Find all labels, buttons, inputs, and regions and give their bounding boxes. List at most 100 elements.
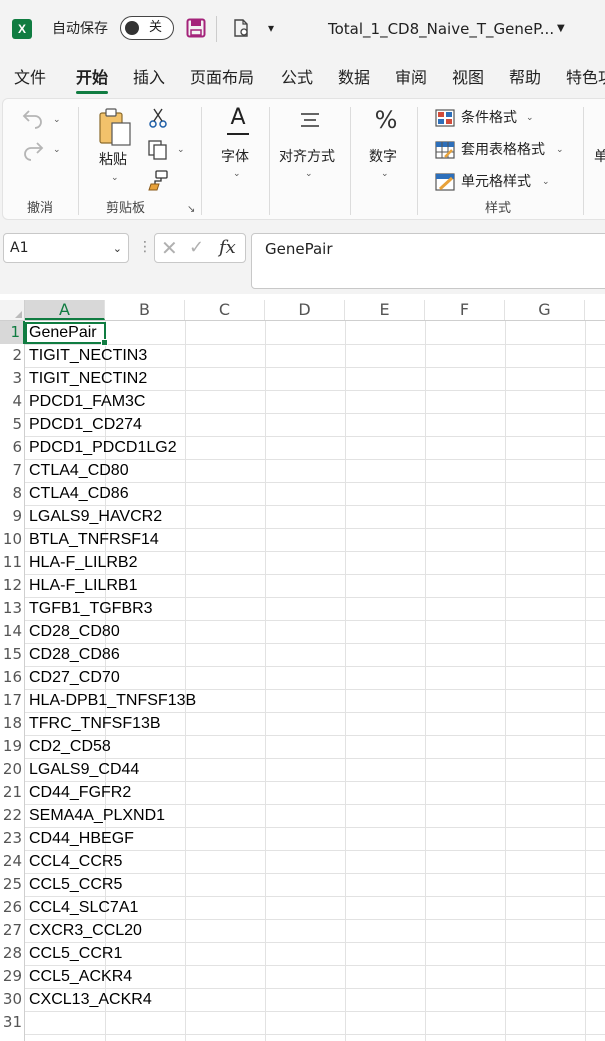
paste-dropdown-icon[interactable]: ⌄	[111, 173, 119, 183]
name-box[interactable]: A1 ⌄	[3, 233, 129, 263]
autosave-toggle[interactable]: 关	[120, 16, 174, 40]
row-header[interactable]: 20	[0, 758, 22, 781]
tab-insert[interactable]: 插入	[133, 68, 165, 88]
cell-a23[interactable]: CD44_HBEGF	[29, 827, 134, 850]
tab-home[interactable]: 开始	[76, 68, 109, 94]
row-header[interactable]: 23	[0, 827, 22, 850]
more-options-icon[interactable]: ⋮	[138, 237, 152, 257]
row-header[interactable]: 17	[0, 689, 22, 712]
copy-icon[interactable]	[147, 139, 169, 161]
tab-review[interactable]: 审阅	[395, 68, 427, 88]
cell-a19[interactable]: CD2_CD58	[29, 735, 111, 758]
font-label[interactable]: 字体	[221, 148, 249, 166]
row-header[interactable]: 12	[0, 574, 22, 597]
row-header[interactable]: 25	[0, 873, 22, 896]
column-header-a[interactable]: A	[25, 300, 105, 320]
conditional-format-button[interactable]: 条件格式 ⌄	[435, 107, 575, 131]
tab-view[interactable]: 视图	[452, 68, 484, 88]
row-header[interactable]: 30	[0, 988, 22, 1011]
row-header[interactable]: 29	[0, 965, 22, 988]
cell-a17[interactable]: HLA-DPB1_TNFSF13B	[29, 689, 196, 712]
cell-a5[interactable]: PDCD1_CD274	[29, 413, 142, 436]
row-header[interactable]: 22	[0, 804, 22, 827]
row-header[interactable]: 19	[0, 735, 22, 758]
row-header[interactable]: 16	[0, 666, 22, 689]
row-header[interactable]: 15	[0, 643, 22, 666]
document-title[interactable]: Total_1_CD8_Naive_T_GeneP...	[328, 18, 554, 40]
number-dropdown-icon[interactable]: ⌄	[381, 169, 389, 179]
cell-a21[interactable]: CD44_FGFR2	[29, 781, 131, 804]
tab-features[interactable]: 特色功	[566, 68, 605, 88]
tab-formulas[interactable]: 公式	[281, 68, 313, 88]
row-header[interactable]: 28	[0, 942, 22, 965]
tab-page-layout[interactable]: 页面布局	[190, 68, 254, 88]
select-all-button[interactable]	[0, 300, 25, 320]
cut-icon[interactable]	[148, 107, 168, 129]
cell-styles-button[interactable]: 单元格样式 ⌄	[435, 171, 575, 195]
cell-a24[interactable]: CCL4_CCR5	[29, 850, 122, 873]
active-cell-selection[interactable]	[25, 322, 108, 346]
row-header[interactable]: 6	[0, 436, 22, 459]
quick-access-more-icon[interactable]: ▾	[268, 18, 274, 38]
cell-a10[interactable]: BTLA_TNFRSF14	[29, 528, 159, 551]
cell-a30[interactable]: CXCL13_ACKR4	[29, 988, 152, 1011]
row-header[interactable]: 31	[0, 1011, 22, 1034]
cell-a7[interactable]: CTLA4_CD80	[29, 459, 129, 482]
cell-a29[interactable]: CCL5_ACKR4	[29, 965, 132, 988]
clipboard-launcher-icon[interactable]: ↘	[187, 205, 195, 215]
row-header[interactable]: 3	[0, 367, 22, 390]
cell-a27[interactable]: CXCR3_CCL20	[29, 919, 142, 942]
cell-a12[interactable]: HLA-F_LILRB1	[29, 574, 138, 597]
save-icon[interactable]	[186, 18, 206, 38]
redo-icon[interactable]	[21, 139, 45, 161]
formula-input[interactable]: GenePair	[251, 233, 605, 289]
format-as-table-button[interactable]: 套用表格格式 ⌄	[435, 139, 575, 163]
cell-a28[interactable]: CCL5_CCR1	[29, 942, 122, 965]
percent-icon[interactable]: %	[373, 105, 399, 135]
column-header-e[interactable]: E	[345, 300, 425, 320]
cell-a14[interactable]: CD28_CD80	[29, 620, 120, 643]
cell-a6[interactable]: PDCD1_PDCD1LG2	[29, 436, 177, 459]
cell-a3[interactable]: TIGIT_NECTIN2	[29, 367, 147, 390]
chevron-down-icon[interactable]: ⌄	[113, 242, 122, 255]
cell-a11[interactable]: HLA-F_LILRB2	[29, 551, 138, 574]
row-header[interactable]: 13	[0, 597, 22, 620]
cell-a4[interactable]: PDCD1_FAM3C	[29, 390, 145, 413]
align-icon[interactable]	[299, 111, 321, 131]
row-header[interactable]: 2	[0, 344, 22, 367]
cell-a15[interactable]: CD28_CD86	[29, 643, 120, 666]
tab-help[interactable]: 帮助	[509, 68, 541, 88]
cell-a2[interactable]: TIGIT_NECTIN3	[29, 344, 147, 367]
chevron-down-icon[interactable]: ▼	[557, 20, 565, 38]
row-header[interactable]: 9	[0, 505, 22, 528]
cancel-icon[interactable]: ✕	[161, 237, 178, 259]
alignment-label[interactable]: 对齐方式	[279, 148, 335, 166]
column-header-d[interactable]: D	[265, 300, 345, 320]
format-painter-icon[interactable]	[147, 169, 169, 191]
paste-icon[interactable]	[97, 107, 133, 147]
row-header[interactable]: 10	[0, 528, 22, 551]
row-header[interactable]: 14	[0, 620, 22, 643]
cell-a18[interactable]: TFRC_TNFSF13B	[29, 712, 161, 735]
cell-a26[interactable]: CCL4_SLC7A1	[29, 896, 138, 919]
cell-a8[interactable]: CTLA4_CD86	[29, 482, 129, 505]
cell-a20[interactable]: LGALS9_CD44	[29, 758, 139, 781]
row-header[interactable]: 27	[0, 919, 22, 942]
row-header[interactable]: 7	[0, 459, 22, 482]
tab-file[interactable]: 文件	[14, 68, 46, 88]
row-header[interactable]: 4	[0, 390, 22, 413]
font-icon[interactable]: A	[227, 105, 249, 135]
column-header-c[interactable]: C	[185, 300, 265, 320]
column-header-b[interactable]: B	[105, 300, 185, 320]
copy-dropdown-icon[interactable]: ⌄	[177, 145, 185, 155]
print-preview-icon[interactable]	[231, 18, 251, 38]
row-header[interactable]: 11	[0, 551, 22, 574]
redo-dropdown-icon[interactable]: ⌄	[53, 145, 61, 155]
cells-label-partial[interactable]: 单	[594, 148, 605, 166]
font-dropdown-icon[interactable]: ⌄	[233, 169, 241, 179]
confirm-icon[interactable]: ✓	[189, 237, 204, 259]
row-header[interactable]: 21	[0, 781, 22, 804]
undo-dropdown-icon[interactable]: ⌄	[53, 115, 61, 125]
row-header[interactable]: 1	[0, 321, 25, 344]
cell-a22[interactable]: SEMA4A_PLXND1	[29, 804, 165, 827]
